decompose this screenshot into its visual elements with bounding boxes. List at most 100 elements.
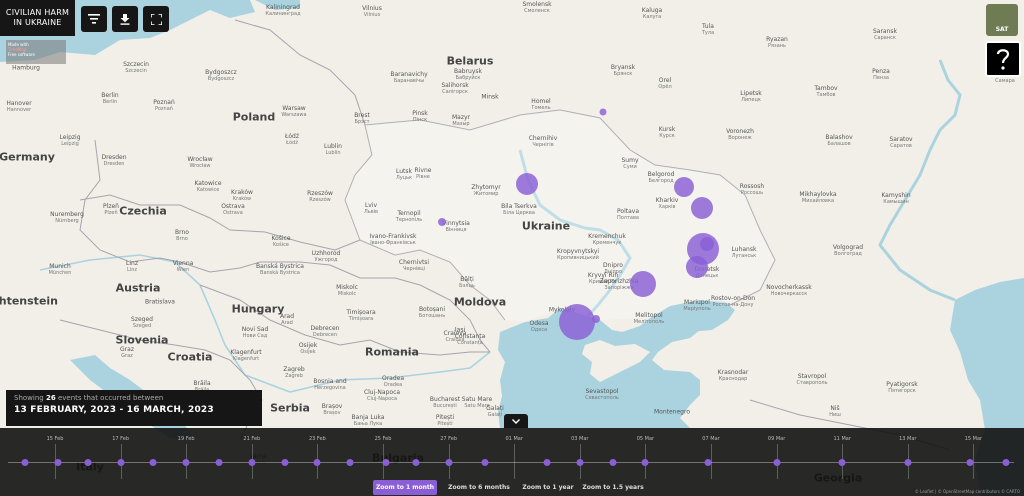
city-label: Kamyshin Камышин bbox=[881, 192, 910, 206]
city-native-name: Poznań bbox=[155, 106, 173, 112]
timeline[interactable]: 15 Feb 17 Feb 19 Feb 21 Feb 23 Feb 25 Feb 27 F… bbox=[0, 428, 1024, 496]
timeline-event-dot[interactable] bbox=[1002, 459, 1010, 466]
city-label: Novi Sad Нови Сад bbox=[242, 326, 269, 340]
city-name: Novi Sad bbox=[241, 326, 269, 333]
timeline-event-dot[interactable] bbox=[543, 459, 551, 466]
city-name: Botoșani bbox=[418, 306, 446, 313]
city-native-name: Івано-Франківськ bbox=[370, 240, 416, 246]
country-label: Germany bbox=[0, 150, 55, 164]
timeline-event-dot[interactable] bbox=[84, 459, 92, 466]
city-name: Volgograd bbox=[832, 244, 864, 251]
city-label: Rzeszów Rzeszów bbox=[307, 190, 333, 204]
city-label: Vilnius Vilnius bbox=[362, 5, 382, 19]
date-range: 13 FEBRUARY, 2023 - 16 MARCH, 2023 bbox=[14, 405, 214, 415]
timeline-event-dot[interactable] bbox=[54, 459, 62, 466]
event-marker[interactable] bbox=[438, 218, 446, 226]
timeline-event-dot[interactable] bbox=[641, 459, 649, 466]
zoom-button[interactable]: Zoom to 1 month bbox=[373, 480, 437, 495]
made-with-badge[interactable]: Made with TimeMap Free software bbox=[6, 40, 66, 64]
city-label: Berlin Berlin bbox=[101, 92, 118, 106]
zoom-button[interactable]: Zoom to 6 months bbox=[443, 480, 515, 495]
event-marker[interactable] bbox=[516, 173, 538, 195]
event-marker[interactable] bbox=[599, 108, 607, 116]
timeline-event-dot[interactable] bbox=[346, 459, 354, 466]
city-label: Kaluga Калуга bbox=[642, 7, 662, 21]
city-label: Hanover Hannover bbox=[6, 100, 31, 114]
city-name: Kaluga bbox=[641, 7, 663, 14]
filter-button[interactable] bbox=[81, 6, 107, 32]
event-marker[interactable] bbox=[691, 197, 713, 219]
city-label: Timișoara Timișoara bbox=[346, 309, 375, 323]
event-marker[interactable] bbox=[700, 237, 714, 251]
city-name: Szczecin bbox=[123, 61, 149, 68]
attribution[interactable]: © Leaflet | © OpenStreetMap contributors… bbox=[915, 489, 1020, 494]
timeline-event-dot[interactable] bbox=[904, 459, 912, 466]
zoom-button[interactable]: Zoom to 1.5 years bbox=[582, 480, 644, 495]
timeline-event-dot[interactable] bbox=[481, 459, 489, 466]
city-label: Klagenfurt Klagenfurt bbox=[230, 349, 261, 363]
city-name: Warsaw bbox=[282, 105, 306, 112]
city-label: Kaliningrad Калининград bbox=[265, 4, 300, 18]
events-count: 26 bbox=[45, 394, 56, 402]
download-button[interactable] bbox=[112, 6, 138, 32]
event-marker[interactable] bbox=[686, 256, 708, 278]
event-marker[interactable] bbox=[674, 177, 694, 197]
timeline-event-dot[interactable] bbox=[313, 459, 321, 466]
city-label: Mikhaylovka Михайловка bbox=[799, 191, 836, 205]
city-native-name: Leipzig bbox=[61, 141, 79, 147]
timeline-event-dot[interactable] bbox=[773, 459, 781, 466]
info-button[interactable] bbox=[985, 41, 1021, 77]
city-name: Dresden bbox=[101, 154, 127, 161]
city-label: Oradea Oradea bbox=[382, 375, 404, 389]
city-label: Brașov Brașov bbox=[322, 403, 343, 417]
fullscreen-icon bbox=[150, 13, 162, 25]
timeline-event-dot[interactable] bbox=[576, 459, 584, 466]
city-label: Kharkiv Харків bbox=[656, 197, 679, 211]
event-marker[interactable] bbox=[592, 315, 600, 323]
timeline-event-dot[interactable] bbox=[182, 459, 190, 466]
timeline-collapse-button[interactable] bbox=[504, 414, 528, 428]
city-name: Brno bbox=[175, 229, 189, 236]
city-label: Sumy Суми bbox=[621, 157, 638, 171]
city-label: Galați Galați bbox=[486, 405, 504, 419]
city-name: Voronezh bbox=[726, 128, 754, 135]
timeline-event-dot[interactable] bbox=[382, 459, 390, 466]
timeline-event-dot[interactable] bbox=[838, 459, 846, 466]
fullscreen-button[interactable] bbox=[143, 6, 169, 32]
satellite-toggle-button[interactable]: SAT bbox=[986, 4, 1018, 36]
city-label: Volgograd Волгоград bbox=[833, 244, 863, 258]
zoom-button[interactable]: Zoom to 1 year bbox=[518, 480, 578, 495]
city-name: Klagenfurt bbox=[230, 349, 262, 356]
timeline-event-dot[interactable] bbox=[281, 459, 289, 466]
timeline-event-dot[interactable] bbox=[149, 459, 157, 466]
city-name: Saratov bbox=[889, 136, 913, 143]
timeline-event-dot[interactable] bbox=[248, 459, 256, 466]
city-name: Szeged bbox=[131, 316, 153, 323]
map-viewport[interactable]: Belarus Poland Germany Czechia Austria Hungar… bbox=[0, 0, 1024, 496]
timeline-event-dot[interactable] bbox=[445, 459, 453, 466]
city-native-name: Herzegovina bbox=[314, 385, 346, 391]
event-marker[interactable] bbox=[630, 271, 656, 297]
timeline-event-dot[interactable] bbox=[704, 459, 712, 466]
city-label: Miskolc Miskolc bbox=[336, 284, 358, 298]
timeline-event-dot[interactable] bbox=[21, 459, 29, 466]
timeline-event-dot[interactable] bbox=[117, 459, 125, 466]
city-native-name: Bydgoszcz bbox=[207, 76, 235, 82]
event-marker[interactable] bbox=[559, 304, 595, 340]
city-native-name: Ставрополь bbox=[796, 380, 828, 386]
city-label: Pinsk Пінск bbox=[412, 110, 428, 124]
timeline-event-dot[interactable] bbox=[966, 459, 974, 466]
city-name: Sevastopol bbox=[585, 388, 619, 395]
city-name: Kraków bbox=[231, 189, 253, 196]
city-native-name: Липецк bbox=[741, 97, 761, 103]
city-label: Lviv Львів bbox=[364, 202, 378, 216]
timeline-track[interactable] bbox=[8, 462, 1014, 463]
app-title-line1: CIVILIAN HARM bbox=[5, 8, 70, 17]
timeline-tick-label: 21 Feb bbox=[243, 436, 261, 442]
city-label: Banja Luka Бања Лука bbox=[352, 414, 385, 428]
timeline-event-dot[interactable] bbox=[215, 459, 223, 466]
city-name: Bălți bbox=[460, 276, 474, 283]
timeline-event-dot[interactable] bbox=[412, 459, 420, 466]
city-label: Bucharest București bbox=[430, 396, 460, 410]
timeline-event-dot[interactable] bbox=[609, 459, 617, 466]
